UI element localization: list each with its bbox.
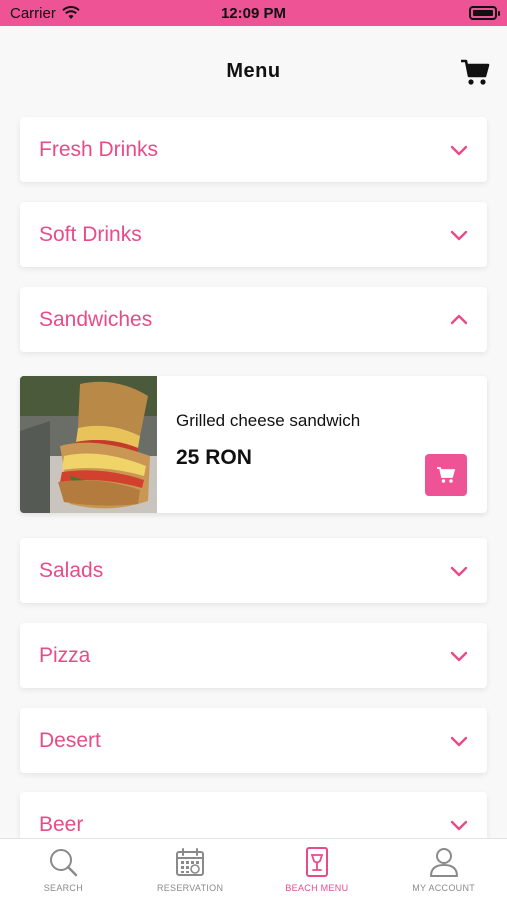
tab-label: RESERVATION xyxy=(156,883,224,893)
tab-bar: SEARCH RESERVATION BEACH MENU MY ACCOUNT xyxy=(0,838,507,900)
battery-icon xyxy=(469,6,500,20)
add-to-cart-button[interactable] xyxy=(425,454,467,496)
header: Menu xyxy=(0,26,507,116)
user-icon xyxy=(429,848,458,877)
category-label: Salads xyxy=(39,558,104,582)
status-bar: Carrier 12:09 PM xyxy=(0,0,507,26)
category-label: Soft Drinks xyxy=(39,222,142,246)
tab-my-account[interactable]: MY ACCOUNT xyxy=(380,839,507,900)
item-price: 25 RON xyxy=(176,446,252,469)
category-label: Beer xyxy=(39,812,84,836)
chevron-down-icon xyxy=(450,820,468,830)
chevron-down-icon xyxy=(450,230,468,240)
cart-icon[interactable] xyxy=(459,56,491,88)
category-label: Sandwiches xyxy=(39,307,153,331)
chevron-up-icon xyxy=(450,314,468,324)
chevron-down-icon xyxy=(450,736,468,746)
chevron-down-icon xyxy=(450,651,468,661)
category-desert[interactable]: Desert xyxy=(20,708,487,773)
menu-item-card[interactable]: Grilled cheese sandwich 25 RON xyxy=(20,376,487,513)
tab-label: BEACH MENU xyxy=(285,883,349,893)
carrier-label: Carrier xyxy=(10,4,56,22)
chevron-down-icon xyxy=(450,145,468,155)
category-label: Pizza xyxy=(39,643,91,667)
page-title: Menu xyxy=(226,60,281,82)
search-icon xyxy=(50,849,78,877)
status-left: Carrier xyxy=(10,5,80,22)
category-label: Desert xyxy=(39,728,101,752)
tab-label: SEARCH xyxy=(43,883,84,893)
tab-beach-menu[interactable]: BEACH MENU xyxy=(254,839,381,900)
category-pizza[interactable]: Pizza xyxy=(20,623,487,688)
cart-icon xyxy=(437,467,456,483)
tab-reservation[interactable]: RESERVATION xyxy=(127,839,254,900)
menu-glass-icon xyxy=(305,847,328,877)
calendar-icon xyxy=(176,848,205,876)
tab-search[interactable]: SEARCH xyxy=(0,839,127,900)
sandwich-image xyxy=(20,376,157,513)
wifi-icon xyxy=(62,6,80,19)
chevron-down-icon xyxy=(450,566,468,576)
item-name: Grilled cheese sandwich xyxy=(176,411,361,430)
tab-label: MY ACCOUNT xyxy=(412,883,476,893)
category-salads[interactable]: Salads xyxy=(20,538,487,603)
category-label: Fresh Drinks xyxy=(39,137,159,161)
category-sandwiches[interactable]: Sandwiches xyxy=(20,287,487,352)
category-soft-drinks[interactable]: Soft Drinks xyxy=(20,202,487,267)
category-fresh-drinks[interactable]: Fresh Drinks xyxy=(20,117,487,182)
